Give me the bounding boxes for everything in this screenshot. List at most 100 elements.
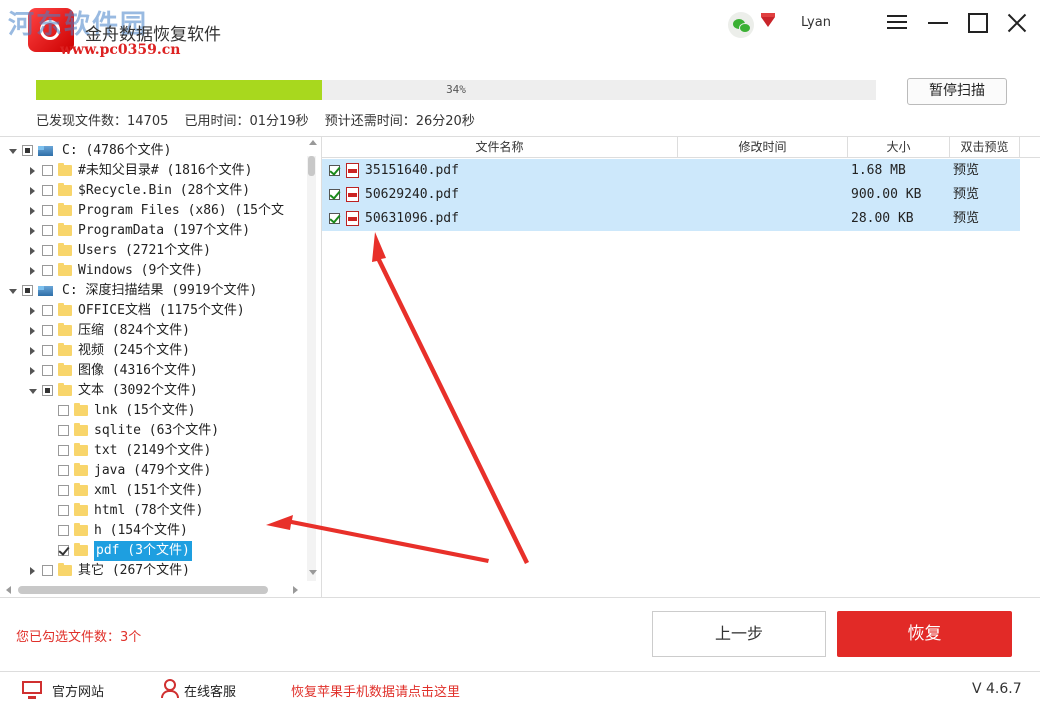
tree-node-label[interactable]: ProgramData (197个文件) (78, 221, 250, 241)
expand-arrow-icon[interactable] (30, 567, 35, 575)
tree-node-checkbox[interactable] (58, 525, 69, 536)
expand-arrow-icon[interactable] (30, 327, 35, 335)
tree-node-checkbox[interactable] (42, 565, 53, 576)
tree-node-label[interactable]: xml (151个文件) (94, 481, 203, 501)
wechat-icon[interactable] (728, 12, 754, 38)
tree-node-label[interactable]: pdf (3个文件) (94, 541, 192, 561)
expand-arrow-icon[interactable] (30, 187, 35, 195)
expand-arrow-icon[interactable] (30, 267, 35, 275)
expand-arrow-icon[interactable] (30, 167, 35, 175)
tree-node-label[interactable]: java (479个文件) (94, 461, 211, 481)
tree-node-checkbox[interactable] (58, 545, 69, 556)
close-icon[interactable] (1004, 10, 1030, 36)
expand-arrow-icon[interactable] (30, 227, 35, 235)
tree-node[interactable]: $Recycle.Bin (28个文件) (0, 181, 305, 201)
folder-tree[interactable]: C: (4786个文件) #未知父目录# (1816个文件) $Recycle.Bi… (0, 136, 322, 598)
tree-node-checkbox[interactable] (42, 185, 53, 196)
tree-node-checkbox[interactable] (42, 325, 53, 336)
tree-node-checkbox[interactable] (58, 485, 69, 496)
tree-node[interactable]: lnk (15个文件) (0, 401, 305, 421)
ios-recovery-link[interactable]: 恢复苹果手机数据请点击这里 (291, 681, 460, 700)
tree-node-label[interactable]: #未知父目录# (1816个文件) (78, 161, 252, 181)
tree-node-checkbox[interactable] (42, 205, 53, 216)
column-header-preview[interactable]: 双击预览 (950, 137, 1020, 157)
tree-node-checkbox[interactable] (22, 145, 33, 156)
tree-node-checkbox[interactable] (42, 345, 53, 356)
tree-node-label[interactable]: Program Files (x86) (15个文 (78, 201, 284, 221)
tree-node-label[interactable]: 压缩 (824个文件) (78, 321, 190, 341)
support-person-icon[interactable] (160, 679, 179, 698)
tree-node[interactable]: html (78个文件) (0, 501, 305, 521)
vip-gem-icon[interactable] (761, 13, 775, 27)
file-preview-link[interactable]: 预览 (953, 159, 979, 183)
official-website-link[interactable]: 官方网站 (52, 681, 104, 700)
tree-node-label[interactable]: Windows (9个文件) (78, 261, 203, 281)
tree-node[interactable]: 压缩 (824个文件) (0, 321, 305, 341)
tree-node-checkbox[interactable] (42, 385, 53, 396)
tree-node[interactable]: Program Files (x86) (15个文 (0, 201, 305, 221)
tree-node[interactable]: 图像 (4316个文件) (0, 361, 305, 381)
tree-node[interactable]: sqlite (63个文件) (0, 421, 305, 441)
tree-node[interactable]: 视频 (245个文件) (0, 341, 305, 361)
file-row[interactable]: 50631096.pdf 28.00 KB 预览 (322, 207, 1020, 231)
previous-step-button[interactable]: 上一步 (652, 611, 826, 657)
tree-node-label[interactable]: sqlite (63个文件) (94, 421, 219, 441)
tree-node-label[interactable]: 图像 (4316个文件) (78, 361, 198, 381)
tree-node-checkbox[interactable] (22, 285, 33, 296)
tree-node-checkbox[interactable] (58, 445, 69, 456)
column-header-modified[interactable]: 修改时间 (678, 137, 848, 157)
column-header-size[interactable]: 大小 (848, 137, 950, 157)
tree-scroll-up-icon[interactable] (309, 140, 317, 145)
tree-node[interactable]: txt (2149个文件) (0, 441, 305, 461)
tree-scroll-down-icon[interactable] (309, 570, 317, 575)
file-list[interactable]: 文件名称 修改时间 大小 双击预览 35151640.pdf 1.68 MB 预览 5… (322, 136, 1040, 598)
expand-arrow-icon[interactable] (30, 307, 35, 315)
tree-node[interactable]: #未知父目录# (1816个文件) (0, 161, 305, 181)
file-row[interactable]: 35151640.pdf 1.68 MB 预览 (322, 159, 1020, 183)
tree-node-checkbox[interactable] (42, 225, 53, 236)
file-checkbox[interactable] (329, 189, 340, 200)
minimize-icon[interactable] (926, 10, 952, 36)
expand-arrow-icon[interactable] (30, 207, 35, 215)
tree-vertical-scrollbar[interactable] (307, 156, 316, 581)
tree-node-label[interactable]: C: 深度扫描结果 (9919个文件) (62, 281, 257, 301)
tree-node-checkbox[interactable] (42, 265, 53, 276)
tree-node[interactable]: ProgramData (197个文件) (0, 221, 305, 241)
tree-node-checkbox[interactable] (58, 405, 69, 416)
tree-node[interactable]: pdf (3个文件) (0, 541, 305, 561)
tree-vertical-scroll-thumb[interactable] (308, 156, 315, 176)
tree-node-checkbox[interactable] (58, 425, 69, 436)
column-header-name[interactable]: 文件名称 (322, 137, 678, 157)
pause-scan-button[interactable]: 暂停扫描 (907, 78, 1007, 105)
username[interactable]: Lyan (801, 15, 831, 30)
tree-node-label[interactable]: 视频 (245个文件) (78, 341, 190, 361)
tree-node[interactable]: h (154个文件) (0, 521, 305, 541)
expand-arrow-icon[interactable] (30, 347, 35, 355)
tree-node[interactable]: C: (4786个文件) (0, 141, 305, 161)
recover-button[interactable]: 恢复 (837, 611, 1012, 657)
tree-scroll-right-icon[interactable] (293, 586, 298, 594)
file-preview-link[interactable]: 预览 (953, 207, 979, 231)
tree-node-label[interactable]: txt (2149个文件) (94, 441, 211, 461)
tree-node[interactable]: Users (2721个文件) (0, 241, 305, 261)
tree-node-checkbox[interactable] (42, 165, 53, 176)
monitor-icon[interactable] (22, 681, 42, 699)
file-checkbox[interactable] (329, 213, 340, 224)
tree-node-label[interactable]: html (78个文件) (94, 501, 203, 521)
tree-node-label[interactable]: 文本 (3092个文件) (78, 381, 198, 401)
file-preview-link[interactable]: 预览 (953, 183, 979, 207)
tree-node[interactable]: 文本 (3092个文件) (0, 381, 305, 401)
tree-node[interactable]: java (479个文件) (0, 461, 305, 481)
tree-scroll-left-icon[interactable] (6, 586, 11, 594)
expand-arrow-icon[interactable] (30, 367, 35, 375)
collapse-arrow-icon[interactable] (9, 289, 17, 294)
file-row[interactable]: 50629240.pdf 900.00 KB 预览 (322, 183, 1020, 207)
tree-node-label[interactable]: 其它 (267个文件) (78, 561, 190, 581)
tree-node[interactable]: C: 深度扫描结果 (9919个文件) (0, 281, 305, 301)
tree-node[interactable]: OFFICE文档 (1175个文件) (0, 301, 305, 321)
collapse-arrow-icon[interactable] (29, 389, 37, 394)
tree-node-label[interactable]: h (154个文件) (94, 521, 188, 541)
tree-node-label[interactable]: lnk (15个文件) (94, 401, 196, 421)
tree-node[interactable]: 其它 (267个文件) (0, 561, 305, 581)
tree-node-checkbox[interactable] (42, 305, 53, 316)
